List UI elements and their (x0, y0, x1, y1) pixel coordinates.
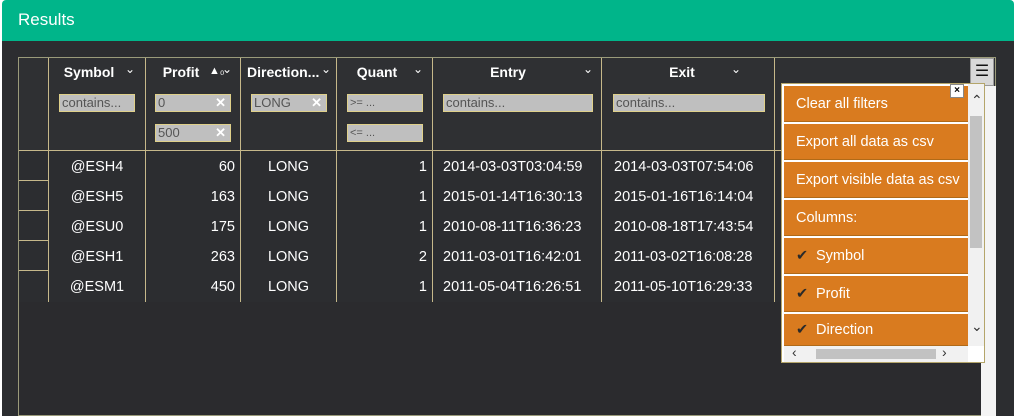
cell-symbol: @ESH1 (70, 249, 124, 265)
hamburger-icon[interactable]: ☰ (970, 58, 994, 86)
cell-quant: 1 (418, 219, 427, 235)
menu-export-all-csv[interactable]: Export all data as csv (784, 124, 968, 160)
header-symbol[interactable]: Symbol (49, 64, 129, 80)
chevron-down-icon[interactable]: ⌄ (222, 62, 232, 76)
cell-entry: 2010-08-11T16:36:23 (443, 219, 582, 235)
col-separator (774, 58, 775, 150)
clear-x-icon[interactable]: ✕ (215, 125, 226, 141)
cell-exit: 2014-03-03T07:54:06 (614, 159, 754, 175)
cell-direction: LONG (267, 279, 310, 295)
cell-direction: LONG (267, 219, 310, 235)
menu-column-symbol[interactable]: ✔ Symbol (784, 238, 968, 274)
cell-symbol: @ESH4 (70, 159, 124, 175)
exit-filter-input[interactable]: contains... (613, 94, 765, 112)
cell-profit: 263 (210, 249, 235, 265)
menu-horizontal-scrollbar[interactable]: ‹ › (784, 344, 968, 362)
profit-min-value: 0 (158, 95, 166, 110)
menu-clear-filters[interactable]: Clear all filters (784, 86, 968, 122)
menu-column-direction[interactable]: ✔ Direction (784, 314, 968, 346)
menu-column-label: Profit (816, 286, 850, 302)
cell-quant: 1 (418, 159, 427, 175)
scrollbar-thumb[interactable] (970, 116, 982, 248)
header-profit[interactable]: Profit (146, 64, 216, 80)
menu-export-visible-csv[interactable]: Export visible data as csv (784, 162, 968, 198)
direction-filter-value: LONG (254, 95, 291, 110)
direction-filter-input[interactable]: LONG ✕ (251, 94, 327, 112)
cell-exit: 2015-01-16T16:14:04 (614, 189, 754, 205)
table-row[interactable]: @ESH5 163 LONG 1 2015-01-14T16:30:13 201… (19, 182, 795, 212)
chevron-down-icon[interactable]: ⌄ (413, 62, 423, 76)
menu-column-profit[interactable]: ✔ Profit (784, 276, 968, 312)
grid-menu: Clear all filters Export all data as csv… (781, 83, 985, 363)
header-entry[interactable]: Entry (433, 64, 583, 80)
cell-symbol: @ESU0 (70, 219, 124, 235)
cell-quant: 2 (418, 249, 427, 265)
chevron-left-icon[interactable]: ‹ (792, 344, 797, 360)
cell-symbol: @ESH5 (70, 189, 124, 205)
cell-quant: 1 (418, 189, 427, 205)
header-quant[interactable]: Quant (337, 64, 417, 80)
profit-max-filter-input[interactable]: 500 ✕ (155, 124, 231, 142)
chevron-down-icon[interactable]: ⌄ (971, 318, 983, 335)
menu-column-label: Symbol (816, 248, 865, 264)
cell-entry: 2011-05-04T16:26:51 (443, 279, 582, 295)
cell-symbol: @ESM1 (69, 279, 125, 295)
close-icon[interactable]: × (950, 84, 964, 98)
cell-exit: 2011-03-02T16:08:28 (614, 249, 753, 265)
cell-profit: 175 (210, 219, 235, 235)
cell-entry: 2011-03-01T16:42:01 (443, 249, 582, 265)
chevron-up-icon[interactable]: ⌃ (971, 92, 983, 109)
symbol-filter-input[interactable]: contains... (59, 94, 135, 112)
table-row[interactable]: @ESM1 450 LONG 1 2011-05-04T16:26:51 201… (19, 272, 795, 302)
cell-profit: 450 (210, 279, 235, 295)
cell-exit: 2010-08-18T17:43:54 (614, 219, 754, 235)
cell-exit: 2011-05-10T16:29:33 (614, 279, 753, 295)
chevron-down-icon[interactable]: ⌄ (125, 62, 135, 76)
check-icon: ✔ (796, 322, 809, 338)
check-icon: ✔ (796, 248, 809, 264)
quant-min-filter-input[interactable]: >= ... (347, 94, 423, 112)
chevron-down-icon[interactable]: ⌄ (731, 62, 741, 76)
cell-direction: LONG (267, 249, 310, 265)
entry-filter-input[interactable]: contains... (443, 94, 593, 112)
chevron-down-icon[interactable]: ⌄ (321, 62, 331, 76)
table-row[interactable]: @ESH1 263 LONG 2 2011-03-01T16:42:01 201… (19, 242, 795, 272)
menu-vertical-scrollbar[interactable]: ⌃ ⌄ (968, 84, 984, 346)
cell-direction: LONG (267, 159, 310, 175)
profit-max-value: 500 (158, 125, 180, 140)
cell-direction: LONG (267, 189, 310, 205)
chevron-right-icon[interactable]: › (942, 344, 947, 360)
profit-min-filter-input[interactable]: 0 ✕ (155, 94, 231, 112)
cell-quant: 1 (418, 279, 427, 295)
check-icon: ✔ (796, 286, 809, 302)
scrollbar-thumb[interactable] (816, 349, 936, 359)
table-row[interactable]: @ESH4 60 LONG 1 2014-03-03T03:04:59 2014… (19, 152, 795, 182)
menu-columns-heading: Columns: (784, 200, 968, 236)
chevron-down-icon[interactable]: ⌄ (583, 62, 593, 76)
clear-x-icon[interactable]: ✕ (311, 95, 322, 111)
cell-profit: 60 (218, 159, 235, 175)
quant-max-filter-input[interactable]: <= ... (347, 124, 423, 142)
panel-title: Results (18, 10, 75, 29)
clear-x-icon[interactable]: ✕ (215, 95, 226, 111)
cell-entry: 2014-03-03T03:04:59 (443, 159, 583, 175)
table-row[interactable]: @ESU0 175 LONG 1 2010-08-11T16:36:23 201… (19, 212, 795, 242)
cell-profit: 163 (210, 189, 235, 205)
cell-entry: 2015-01-14T16:30:13 (443, 189, 583, 205)
menu-column-label: Direction (816, 322, 874, 338)
